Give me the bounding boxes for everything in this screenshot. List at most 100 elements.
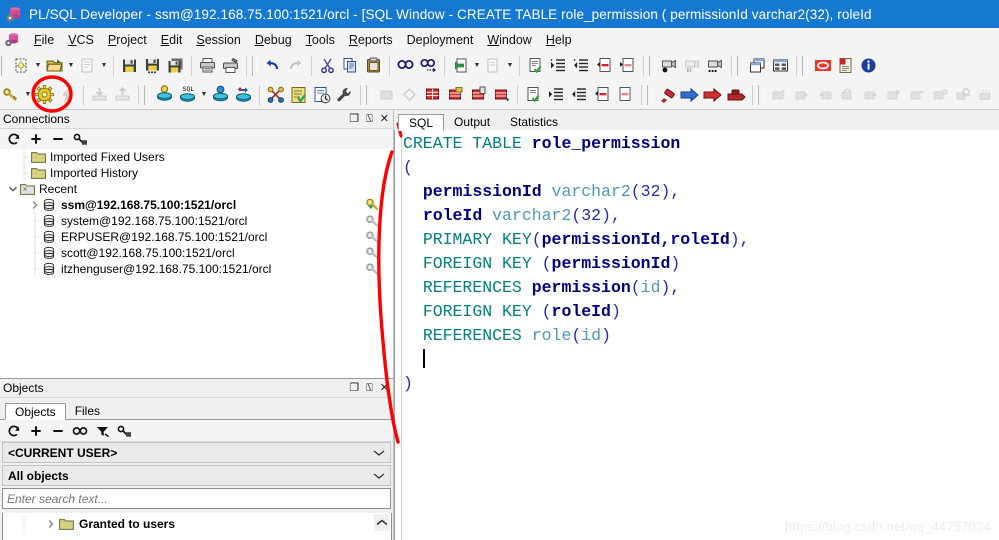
- spell-check-icon[interactable]: [524, 54, 547, 77]
- close-icon[interactable]: ✕: [380, 113, 389, 125]
- filter-icon[interactable]: [92, 422, 112, 440]
- debug-stop-icon[interactable]: [905, 83, 928, 106]
- toolbar-grip[interactable]: [802, 55, 808, 76]
- pause-icon[interactable]: [681, 54, 704, 77]
- undo-icon[interactable]: [261, 54, 284, 77]
- notes-icon[interactable]: [287, 83, 310, 106]
- spell-check2-icon[interactable]: [522, 83, 545, 106]
- debug-info-icon[interactable]: [928, 83, 951, 106]
- debug-run-icon[interactable]: [859, 83, 882, 106]
- app-menu-icon[interactable]: [4, 31, 21, 48]
- save-icon[interactable]: [118, 54, 141, 77]
- objects-tab-objects[interactable]: Objects: [5, 403, 66, 420]
- debug-dots-icon[interactable]: [974, 83, 997, 106]
- open-folder-icon[interactable]: [43, 54, 66, 77]
- toolbox-icon[interactable]: [725, 83, 748, 106]
- break-session-icon[interactable]: [232, 83, 255, 106]
- objects-tab-files[interactable]: Files: [65, 402, 110, 419]
- tools-compare-icon[interactable]: [264, 83, 287, 106]
- object-tree-item[interactable]: Granted to users: [3, 516, 391, 532]
- copy-icon[interactable]: [339, 54, 362, 77]
- chevron-right-icon[interactable]: [28, 197, 41, 213]
- connection-tree-item[interactable]: scott@192.168.75.100:1521/orcl: [0, 245, 393, 261]
- table-copy-icon[interactable]: [467, 83, 490, 106]
- save-all-icon[interactable]: [164, 54, 187, 77]
- find-icon[interactable]: [394, 54, 417, 77]
- menu-item-file[interactable]: File: [27, 31, 61, 49]
- remove-icon[interactable]: [48, 422, 68, 440]
- key-icon[interactable]: [0, 83, 23, 106]
- uncomment2-icon[interactable]: [614, 83, 637, 106]
- objects-search-box[interactable]: [2, 488, 391, 509]
- sql-session-icon[interactable]: SQL: [176, 83, 199, 106]
- chevron-right-icon[interactable]: [44, 516, 57, 532]
- table-red-icon[interactable]: [490, 83, 513, 106]
- maximize-icon[interactable]: ❐: [349, 113, 359, 125]
- menu-item-tools[interactable]: Tools: [299, 31, 342, 49]
- connections-tree[interactable]: Imported Fixed Users Imported History Rece…: [0, 149, 393, 377]
- debug-loop-icon[interactable]: [836, 83, 859, 106]
- connection-tree-item[interactable]: Recent: [0, 181, 393, 197]
- pdf-icon[interactable]: [834, 54, 857, 77]
- open-folder-dropdown-icon[interactable]: ▼: [66, 54, 76, 77]
- test-session-icon[interactable]: [209, 83, 232, 106]
- oracle-icon[interactable]: [811, 54, 834, 77]
- print-preview-dropdown-icon[interactable]: ▼: [99, 54, 109, 77]
- info-icon[interactable]: [857, 54, 880, 77]
- add-icon[interactable]: [26, 130, 46, 148]
- connection-tree-item[interactable]: Imported Fixed Users: [0, 149, 393, 165]
- menu-item-window[interactable]: Window: [480, 31, 538, 49]
- user-select[interactable]: <CURRENT USER>: [2, 442, 391, 463]
- debug-break-icon[interactable]: [882, 83, 905, 106]
- chevron-down-icon[interactable]: [368, 449, 390, 457]
- toolbar-grip[interactable]: [1, 55, 7, 76]
- editor-tab-sql[interactable]: SQL: [398, 114, 445, 131]
- menu-item-edit[interactable]: Edit: [154, 31, 190, 49]
- paint-icon[interactable]: [656, 83, 679, 106]
- comment2-icon[interactable]: [591, 83, 614, 106]
- pin-icon[interactable]: ⍂: [366, 113, 373, 125]
- toolbar-grip[interactable]: [737, 55, 743, 76]
- window-tile-icon[interactable]: [746, 54, 769, 77]
- wrench-icon[interactable]: [333, 83, 356, 106]
- cut-icon[interactable]: [316, 54, 339, 77]
- menu-item-vcs[interactable]: VCS: [61, 31, 101, 49]
- record-more-icon[interactable]: [704, 54, 727, 77]
- close-icon[interactable]: ✕: [380, 382, 389, 394]
- editor-body[interactable]: CREATE TABLE role_permission ( permission…: [394, 130, 999, 540]
- editor-tab-output[interactable]: Output: [444, 113, 500, 130]
- remove-icon[interactable]: [48, 130, 68, 148]
- record-icon[interactable]: [658, 54, 681, 77]
- menu-item-help[interactable]: Help: [539, 31, 579, 49]
- toolbar-grip[interactable]: [144, 84, 150, 105]
- refresh-icon[interactable]: [4, 130, 24, 148]
- sql-code[interactable]: CREATE TABLE role_permission ( permission…: [403, 132, 999, 396]
- debug-back-icon[interactable]: [813, 83, 836, 106]
- window-grid-icon[interactable]: [769, 54, 792, 77]
- menu-item-project[interactable]: Project: [101, 31, 154, 49]
- uncomment-icon[interactable]: [616, 54, 639, 77]
- session-icon[interactable]: [153, 83, 176, 106]
- import-table-icon[interactable]: [88, 83, 111, 106]
- connection-tree-item[interactable]: Imported History: [0, 165, 393, 181]
- paste-icon[interactable]: [362, 54, 385, 77]
- table-icon[interactable]: [421, 83, 444, 106]
- print-preview-icon[interactable]: [76, 54, 99, 77]
- toolbar-grip[interactable]: [649, 55, 655, 76]
- toolbar-grip[interactable]: [366, 84, 372, 105]
- print-setup-icon[interactable]: [219, 54, 242, 77]
- key-lock-icon[interactable]: [70, 130, 90, 148]
- redo-icon[interactable]: [284, 54, 307, 77]
- refresh-icon[interactable]: [4, 422, 24, 440]
- connection-tree-item[interactable]: system@192.168.75.100:1521/orcl: [0, 213, 393, 229]
- save-as-icon[interactable]: [141, 54, 164, 77]
- search-input[interactable]: [3, 489, 390, 508]
- outdent2-icon[interactable]: [568, 83, 591, 106]
- menu-item-deployment[interactable]: Deployment: [400, 31, 481, 49]
- import-icon[interactable]: [449, 54, 472, 77]
- outdent-icon[interactable]: [570, 54, 593, 77]
- new-document-dropdown-icon[interactable]: ▼: [33, 54, 43, 77]
- debug-new-icon[interactable]: [767, 83, 790, 106]
- connection-tree-item[interactable]: ssm@192.168.75.100:1521/orcl: [0, 197, 393, 213]
- editor-tab-statistics[interactable]: Statistics: [500, 113, 568, 130]
